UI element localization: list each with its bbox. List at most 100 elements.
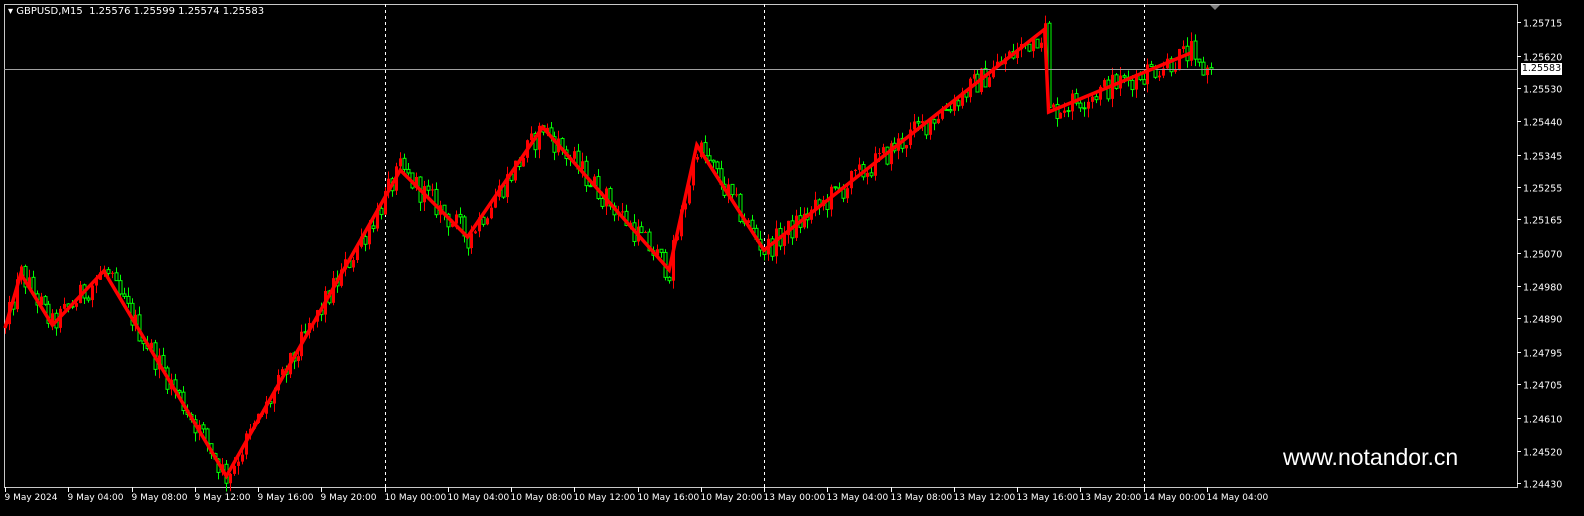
x-tick-label: 9 May 08:00 — [132, 493, 188, 503]
candle-body — [916, 121, 921, 124]
x-tick-label: 10 May 04:00 — [448, 493, 510, 503]
candle-body — [486, 218, 489, 225]
symbol-label: GBPUSD,M15 — [16, 6, 83, 17]
candle-body — [455, 214, 458, 224]
candle-body — [1094, 96, 1099, 101]
y-tick-label: 1.25345 — [1523, 152, 1562, 163]
y-tick-label: 1.25165 — [1523, 216, 1562, 227]
candle-body — [1082, 107, 1087, 110]
candle-body — [229, 473, 232, 484]
candle-body — [406, 168, 411, 174]
candle-body — [703, 142, 708, 157]
candle-body — [1149, 63, 1154, 67]
candle-body — [1193, 40, 1198, 60]
x-tick-label: 14 May 04:00 — [1207, 493, 1269, 503]
watermark: www.notandor.cn — [1283, 444, 1459, 470]
candle-body — [1174, 70, 1177, 72]
candle-body — [402, 157, 407, 170]
candle-body — [1103, 80, 1106, 87]
candle-body — [237, 461, 240, 466]
y-tick-label: 1.24430 — [1523, 480, 1562, 491]
candle-body — [431, 189, 434, 191]
candle-body — [1146, 64, 1149, 85]
candle-body — [426, 185, 431, 191]
candle-body — [363, 236, 368, 245]
x-tick-label: 10 May 16:00 — [638, 493, 700, 503]
candle-body — [1059, 112, 1062, 119]
x-tick-label: 9 May 12:00 — [195, 493, 251, 503]
candle-body — [379, 207, 384, 216]
x-tick-label: 14 May 00:00 — [1144, 493, 1206, 503]
x-tick-label: 9 May 20:00 — [321, 493, 377, 503]
candle-body — [434, 188, 439, 216]
x-tick-label: 10 May 20:00 — [701, 493, 763, 503]
current-price-label: 1.25583 — [1521, 63, 1562, 75]
candle-body — [621, 211, 624, 213]
y-tick-label: 1.24795 — [1523, 349, 1562, 360]
candle-body — [988, 77, 991, 87]
candle-body — [588, 185, 593, 188]
candle-body — [932, 119, 937, 124]
candle-body — [707, 155, 712, 161]
candle-body — [371, 225, 376, 230]
chart-header: ▾ GBPUSD,M15 1.25576 1.25599 1.25574 1.2… — [8, 6, 265, 17]
x-tick-label: 13 May 08:00 — [891, 493, 953, 503]
candle-body — [905, 145, 908, 149]
candle-body — [63, 303, 66, 309]
y-tick-label: 1.25440 — [1523, 118, 1562, 129]
candle-body — [956, 100, 961, 107]
y-tick-label: 1.24610 — [1523, 415, 1562, 426]
candle-body — [1066, 110, 1071, 113]
candle-body — [1087, 101, 1090, 109]
candle-body — [1040, 42, 1043, 48]
candle-body — [1206, 67, 1209, 76]
candle-body — [833, 186, 838, 189]
price-chart[interactable]: 1.25715 1.25620 1.25530 1.25440 1.25345 1.252… — [0, 0, 1584, 516]
candle-body — [1063, 110, 1066, 113]
candle-body — [177, 389, 182, 393]
ohlc-readout: 1.25576 1.25599 1.25574 1.25583 — [89, 6, 265, 17]
candle-body — [937, 118, 940, 124]
candle-body — [854, 169, 857, 172]
x-tick-label: 13 May 20:00 — [1080, 493, 1142, 503]
candle-body — [106, 269, 111, 274]
candle-body — [86, 297, 91, 301]
candle-body — [913, 121, 916, 130]
candle-body — [1142, 79, 1147, 85]
candle-body — [711, 159, 716, 163]
candle-body — [297, 356, 300, 362]
candle-body — [118, 280, 123, 295]
x-tick-label: 9 May 16:00 — [258, 493, 314, 503]
candle-body — [241, 454, 244, 462]
candle-body — [667, 276, 672, 282]
candle-body — [91, 285, 94, 301]
candle-body — [715, 161, 720, 170]
candle-body — [730, 183, 735, 196]
candle-body — [126, 295, 131, 304]
candle-body — [75, 303, 78, 307]
y-tick-label: 1.25070 — [1523, 250, 1562, 261]
candle-body — [866, 172, 869, 177]
candle-body — [878, 153, 881, 155]
x-tick-label: 9 May 04:00 — [68, 493, 124, 503]
x-tick-label: 13 May 04:00 — [827, 493, 889, 503]
chart-shift-icon — [1210, 5, 1220, 10]
candle-body — [1091, 96, 1094, 102]
candle-body — [735, 194, 738, 196]
candle-body — [1182, 46, 1185, 49]
y-tick-label: 1.24890 — [1523, 315, 1562, 326]
candle-body — [573, 151, 576, 159]
x-tick-label: 13 May 00:00 — [764, 493, 826, 503]
candle-body — [696, 156, 699, 160]
y-tick-label: 1.25715 — [1523, 19, 1562, 30]
candle-body — [1052, 104, 1055, 108]
candle-body — [481, 216, 486, 225]
candle-body — [846, 188, 849, 199]
candle-body — [600, 198, 605, 207]
candle-body — [111, 272, 114, 274]
x-tick-label: 10 May 00:00 — [385, 493, 447, 503]
candle-body — [948, 109, 953, 112]
candle-body — [490, 207, 493, 219]
candle-body — [1158, 75, 1161, 78]
candle-body — [114, 272, 119, 282]
